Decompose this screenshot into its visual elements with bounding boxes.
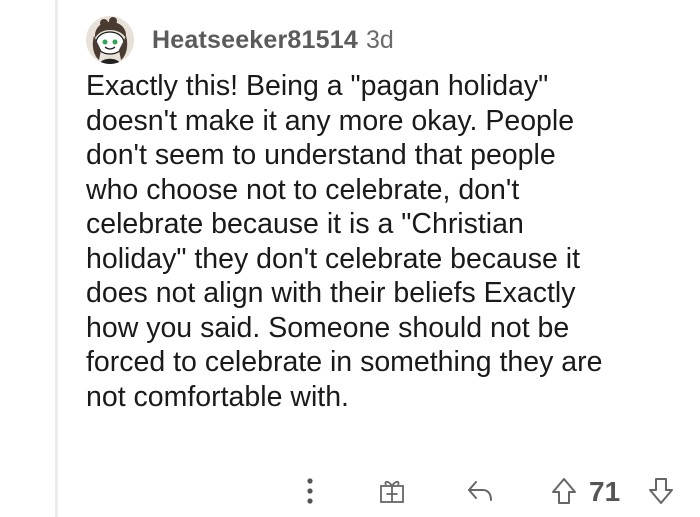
reply-button[interactable] (460, 470, 500, 512)
snoo-avatar-icon (86, 16, 134, 64)
downvote-button[interactable] (641, 470, 681, 512)
downvote-arrow-icon (649, 478, 673, 504)
comment-timestamp: 3d (365, 25, 394, 54)
award-gift-icon (380, 480, 404, 503)
upvote-arrow-icon (552, 478, 576, 504)
more-options-icon (307, 478, 313, 504)
vote-score: 71 (589, 476, 621, 507)
more-options-button[interactable] (297, 470, 323, 512)
award-button[interactable] (374, 470, 410, 512)
comment-body: Exactly this! Being a "pagan holiday" do… (86, 70, 603, 413)
thread-line[interactable] (55, 0, 58, 517)
upvote-button[interactable] (544, 470, 584, 512)
reply-arrow-icon (468, 481, 492, 501)
comment-author[interactable]: Heatseeker81514 (152, 26, 358, 55)
avatar[interactable] (86, 16, 134, 64)
comment-header: Heatseeker81514 3d (86, 12, 394, 68)
